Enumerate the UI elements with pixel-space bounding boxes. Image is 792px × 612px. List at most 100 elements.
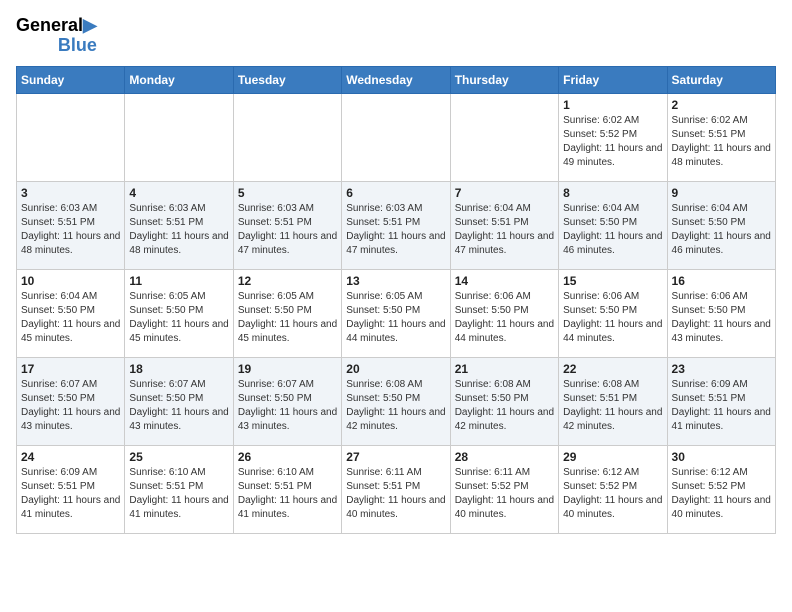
calendar-cell: 25 Sunrise: 6:10 AM Sunset: 5:51 PM Dayli… [125, 445, 233, 533]
day-number: 7 [455, 186, 554, 200]
day-info: Sunrise: 6:11 AM Sunset: 5:52 PM Dayligh… [455, 466, 554, 522]
page-header: General▶ Blue [16, 16, 776, 56]
day-number: 29 [563, 450, 662, 464]
calendar-cell: 7 Sunrise: 6:04 AM Sunset: 5:51 PM Daylig… [450, 181, 558, 269]
day-number: 5 [238, 186, 337, 200]
calendar-cell: 23 Sunrise: 6:09 AM Sunset: 5:51 PM Dayli… [667, 357, 775, 445]
calendar-cell: 29 Sunrise: 6:12 AM Sunset: 5:52 PM Dayli… [559, 445, 667, 533]
calendar-cell: 6 Sunrise: 6:03 AM Sunset: 5:51 PM Daylig… [342, 181, 450, 269]
day-number: 20 [346, 362, 445, 376]
day-info: Sunrise: 6:02 AM Sunset: 5:52 PM Dayligh… [563, 114, 662, 170]
logo: General▶ Blue [16, 16, 97, 56]
calendar-cell [125, 93, 233, 181]
day-number: 26 [238, 450, 337, 464]
weekday-header-row: SundayMondayTuesdayWednesdayThursdayFrid… [17, 66, 776, 93]
day-number: 15 [563, 274, 662, 288]
day-info: Sunrise: 6:06 AM Sunset: 5:50 PM Dayligh… [672, 290, 771, 346]
day-info: Sunrise: 6:09 AM Sunset: 5:51 PM Dayligh… [672, 378, 771, 434]
weekday-header: Thursday [450, 66, 558, 93]
calendar-cell: 9 Sunrise: 6:04 AM Sunset: 5:50 PM Daylig… [667, 181, 775, 269]
day-info: Sunrise: 6:03 AM Sunset: 5:51 PM Dayligh… [238, 202, 337, 258]
calendar-cell: 1 Sunrise: 6:02 AM Sunset: 5:52 PM Daylig… [559, 93, 667, 181]
calendar-cell: 14 Sunrise: 6:06 AM Sunset: 5:50 PM Dayli… [450, 269, 558, 357]
day-info: Sunrise: 6:08 AM Sunset: 5:50 PM Dayligh… [455, 378, 554, 434]
calendar-week-row: 10 Sunrise: 6:04 AM Sunset: 5:50 PM Dayli… [17, 269, 776, 357]
day-info: Sunrise: 6:03 AM Sunset: 5:51 PM Dayligh… [21, 202, 120, 258]
day-info: Sunrise: 6:06 AM Sunset: 5:50 PM Dayligh… [563, 290, 662, 346]
day-number: 4 [129, 186, 228, 200]
day-info: Sunrise: 6:04 AM Sunset: 5:51 PM Dayligh… [455, 202, 554, 258]
day-info: Sunrise: 6:12 AM Sunset: 5:52 PM Dayligh… [563, 466, 662, 522]
day-number: 23 [672, 362, 771, 376]
day-number: 12 [238, 274, 337, 288]
day-info: Sunrise: 6:04 AM Sunset: 5:50 PM Dayligh… [672, 202, 771, 258]
day-number: 6 [346, 186, 445, 200]
day-number: 25 [129, 450, 228, 464]
day-number: 27 [346, 450, 445, 464]
day-info: Sunrise: 6:04 AM Sunset: 5:50 PM Dayligh… [563, 202, 662, 258]
day-info: Sunrise: 6:06 AM Sunset: 5:50 PM Dayligh… [455, 290, 554, 346]
day-number: 28 [455, 450, 554, 464]
calendar-cell: 16 Sunrise: 6:06 AM Sunset: 5:50 PM Dayli… [667, 269, 775, 357]
calendar-cell: 3 Sunrise: 6:03 AM Sunset: 5:51 PM Daylig… [17, 181, 125, 269]
calendar-cell [342, 93, 450, 181]
day-number: 11 [129, 274, 228, 288]
day-info: Sunrise: 6:07 AM Sunset: 5:50 PM Dayligh… [21, 378, 120, 434]
calendar-cell: 26 Sunrise: 6:10 AM Sunset: 5:51 PM Dayli… [233, 445, 341, 533]
weekday-header: Sunday [17, 66, 125, 93]
day-number: 30 [672, 450, 771, 464]
calendar-cell [17, 93, 125, 181]
day-info: Sunrise: 6:05 AM Sunset: 5:50 PM Dayligh… [129, 290, 228, 346]
calendar-cell: 19 Sunrise: 6:07 AM Sunset: 5:50 PM Dayli… [233, 357, 341, 445]
day-info: Sunrise: 6:09 AM Sunset: 5:51 PM Dayligh… [21, 466, 120, 522]
day-info: Sunrise: 6:07 AM Sunset: 5:50 PM Dayligh… [238, 378, 337, 434]
calendar-cell [233, 93, 341, 181]
day-number: 9 [672, 186, 771, 200]
day-info: Sunrise: 6:03 AM Sunset: 5:51 PM Dayligh… [346, 202, 445, 258]
calendar-week-row: 3 Sunrise: 6:03 AM Sunset: 5:51 PM Daylig… [17, 181, 776, 269]
calendar-cell: 22 Sunrise: 6:08 AM Sunset: 5:51 PM Dayli… [559, 357, 667, 445]
day-info: Sunrise: 6:10 AM Sunset: 5:51 PM Dayligh… [129, 466, 228, 522]
calendar-table: SundayMondayTuesdayWednesdayThursdayFrid… [16, 66, 776, 534]
day-info: Sunrise: 6:08 AM Sunset: 5:51 PM Dayligh… [563, 378, 662, 434]
day-number: 1 [563, 98, 662, 112]
calendar-cell: 4 Sunrise: 6:03 AM Sunset: 5:51 PM Daylig… [125, 181, 233, 269]
calendar-cell: 2Sunrise: 6:02 AM Sunset: 5:51 PM Daylig… [667, 93, 775, 181]
day-info: Sunrise: 6:03 AM Sunset: 5:51 PM Dayligh… [129, 202, 228, 258]
day-info: Sunrise: 6:04 AM Sunset: 5:50 PM Dayligh… [21, 290, 120, 346]
day-info: Sunrise: 6:08 AM Sunset: 5:50 PM Dayligh… [346, 378, 445, 434]
day-number: 3 [21, 186, 120, 200]
calendar-week-row: 24Sunrise: 6:09 AM Sunset: 5:51 PM Dayli… [17, 445, 776, 533]
calendar-cell: 20 Sunrise: 6:08 AM Sunset: 5:50 PM Dayli… [342, 357, 450, 445]
weekday-header: Monday [125, 66, 233, 93]
calendar-cell: 15 Sunrise: 6:06 AM Sunset: 5:50 PM Dayli… [559, 269, 667, 357]
day-number: 22 [563, 362, 662, 376]
calendar-cell: 21 Sunrise: 6:08 AM Sunset: 5:50 PM Dayli… [450, 357, 558, 445]
calendar-cell: 17Sunrise: 6:07 AM Sunset: 5:50 PM Dayli… [17, 357, 125, 445]
calendar-cell: 11 Sunrise: 6:05 AM Sunset: 5:50 PM Dayli… [125, 269, 233, 357]
calendar-cell: 12 Sunrise: 6:05 AM Sunset: 5:50 PM Dayli… [233, 269, 341, 357]
calendar-cell: 8Sunrise: 6:04 AM Sunset: 5:50 PM Daylig… [559, 181, 667, 269]
calendar-cell: 30Sunrise: 6:12 AM Sunset: 5:52 PM Dayli… [667, 445, 775, 533]
day-info: Sunrise: 6:02 AM Sunset: 5:51 PM Dayligh… [672, 114, 771, 170]
day-number: 21 [455, 362, 554, 376]
day-number: 13 [346, 274, 445, 288]
calendar-cell: 18Sunrise: 6:07 AM Sunset: 5:50 PM Dayli… [125, 357, 233, 445]
weekday-header: Tuesday [233, 66, 341, 93]
weekday-header: Friday [559, 66, 667, 93]
day-number: 19 [238, 362, 337, 376]
day-info: Sunrise: 6:05 AM Sunset: 5:50 PM Dayligh… [346, 290, 445, 346]
day-number: 14 [455, 274, 554, 288]
day-number: 10 [21, 274, 120, 288]
calendar-cell: 13 Sunrise: 6:05 AM Sunset: 5:50 PM Dayli… [342, 269, 450, 357]
day-number: 18 [129, 362, 228, 376]
calendar-cell: 5 Sunrise: 6:03 AM Sunset: 5:51 PM Daylig… [233, 181, 341, 269]
day-info: Sunrise: 6:10 AM Sunset: 5:51 PM Dayligh… [238, 466, 337, 522]
calendar-week-row: 1 Sunrise: 6:02 AM Sunset: 5:52 PM Daylig… [17, 93, 776, 181]
calendar-cell: 10 Sunrise: 6:04 AM Sunset: 5:50 PM Dayli… [17, 269, 125, 357]
calendar-cell: 24Sunrise: 6:09 AM Sunset: 5:51 PM Dayli… [17, 445, 125, 533]
weekday-header: Saturday [667, 66, 775, 93]
weekday-header: Wednesday [342, 66, 450, 93]
day-number: 16 [672, 274, 771, 288]
day-info: Sunrise: 6:05 AM Sunset: 5:50 PM Dayligh… [238, 290, 337, 346]
